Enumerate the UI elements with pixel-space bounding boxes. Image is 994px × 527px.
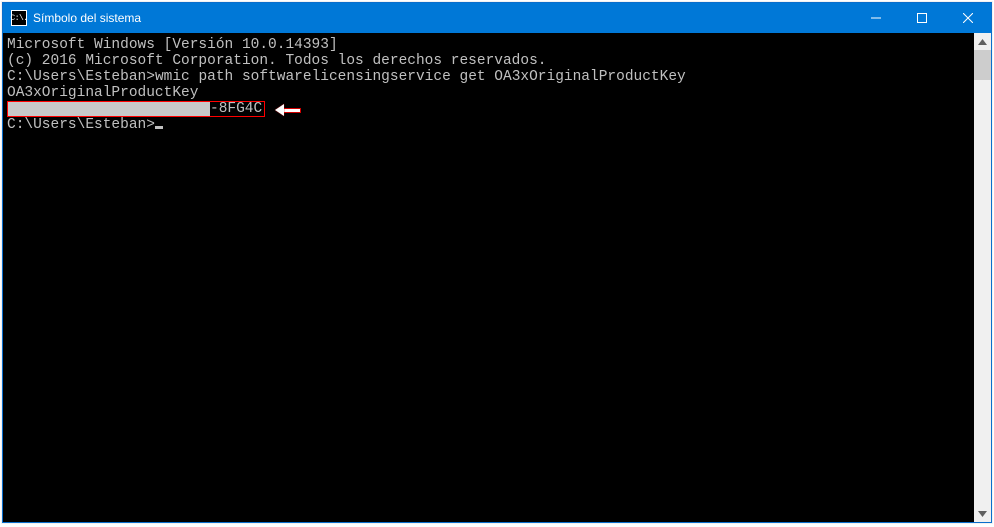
- redacted-key-segment: [8, 102, 210, 116]
- maximize-button[interactable]: [899, 3, 945, 33]
- vertical-scrollbar[interactable]: [974, 33, 991, 522]
- product-key-row: -8FG4C: [7, 101, 974, 117]
- cmd-icon: C:\.: [11, 10, 27, 26]
- close-button[interactable]: [945, 3, 991, 33]
- titlebar[interactable]: C:\. Símbolo del sistema: [3, 3, 991, 33]
- prompt-text: C:\Users\Esteban>: [7, 117, 155, 133]
- terminal-output[interactable]: Microsoft Windows [Versión 10.0.14393](c…: [3, 33, 974, 522]
- command-prompt-window: C:\. Símbolo del sistema Microsoft Windo…: [2, 2, 992, 523]
- client-area: Microsoft Windows [Versión 10.0.14393](c…: [3, 33, 991, 522]
- scroll-up-button[interactable]: [974, 33, 991, 50]
- command-line: C:\Users\Esteban>wmic path softwarelicen…: [7, 69, 974, 85]
- output-header: OA3xOriginalProductKey: [7, 85, 974, 101]
- output-line: (c) 2016 Microsoft Corporation. Todos lo…: [7, 53, 974, 69]
- highlight-box: -8FG4C: [7, 101, 265, 117]
- arrow-annotation-icon: [275, 104, 301, 116]
- window-title: Símbolo del sistema: [33, 11, 141, 25]
- output-line: Microsoft Windows [Versión 10.0.14393]: [7, 37, 974, 53]
- prompt-line: C:\Users\Esteban>: [7, 117, 974, 133]
- text-cursor: [155, 126, 163, 129]
- prompt-text: C:\Users\Esteban>: [7, 69, 155, 85]
- scrollbar-thumb[interactable]: [974, 50, 991, 80]
- scrollbar-track[interactable]: [974, 50, 991, 505]
- scroll-down-button[interactable]: [974, 505, 991, 522]
- entered-command: wmic path softwarelicensingservice get O…: [155, 69, 686, 85]
- product-key-suffix: -8FG4C: [210, 101, 264, 117]
- minimize-button[interactable]: [853, 3, 899, 33]
